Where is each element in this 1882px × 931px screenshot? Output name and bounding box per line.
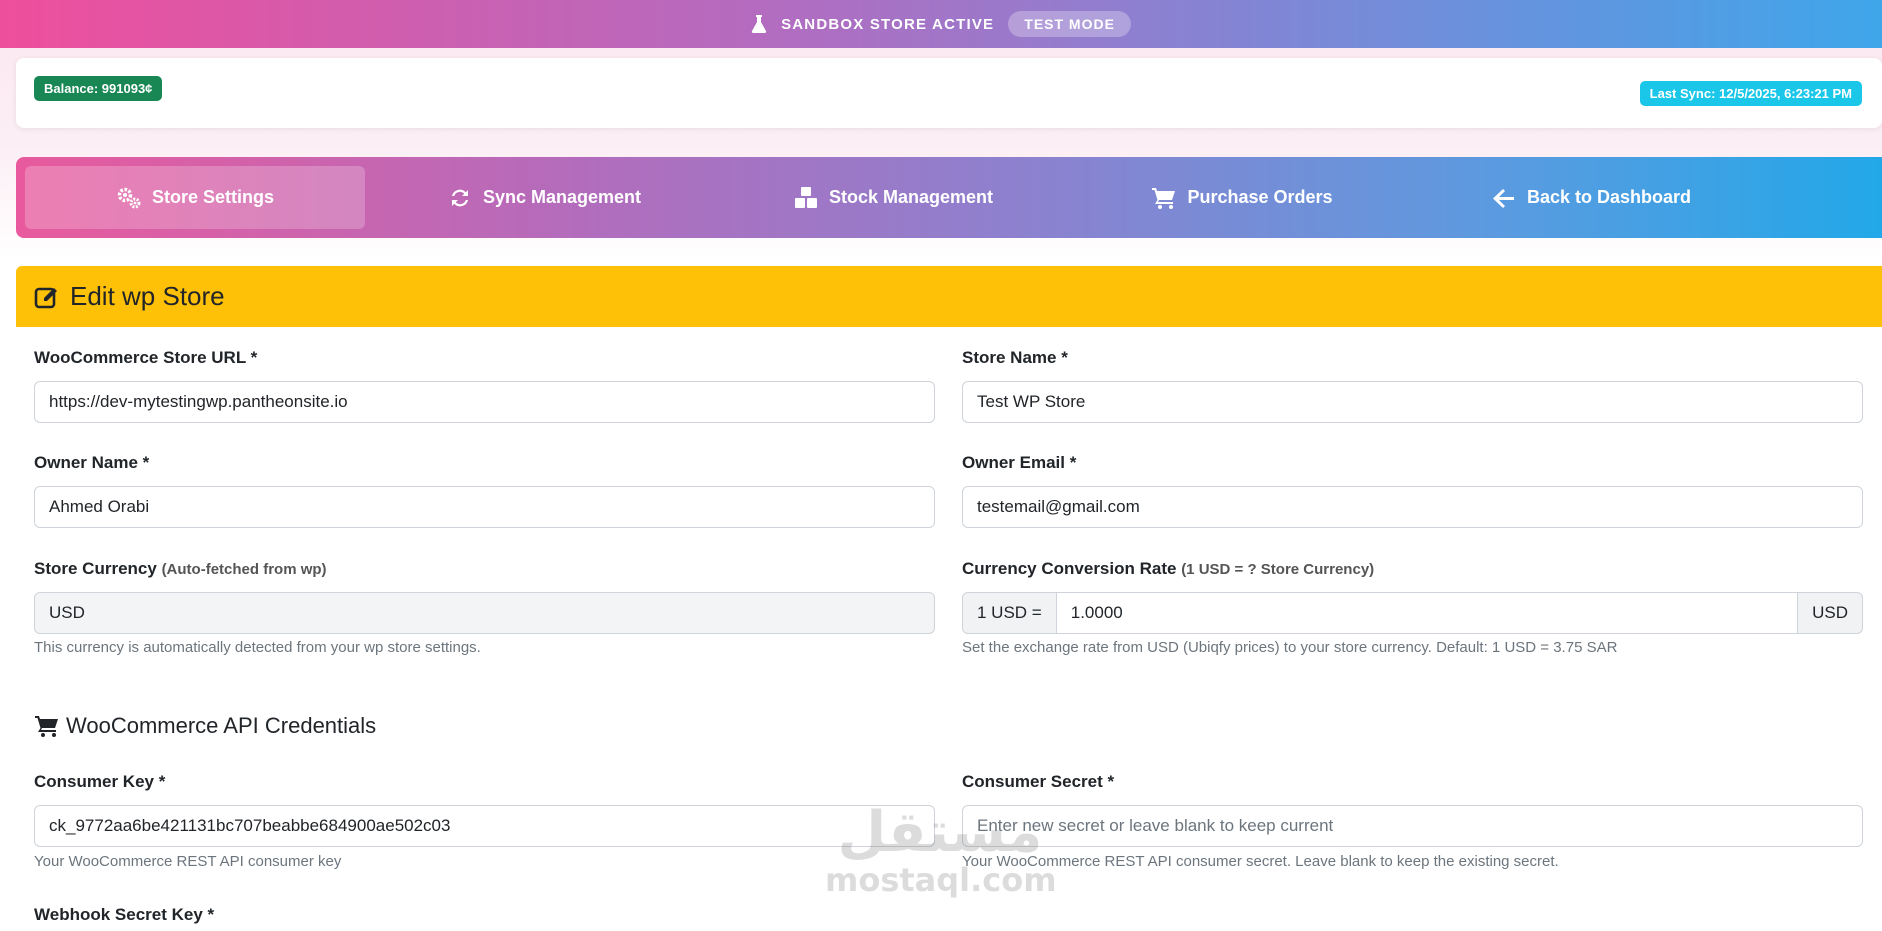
cart-icon: [1152, 187, 1176, 209]
mostaql-watermark: مستقل mostaql.com: [825, 800, 1057, 915]
store-name-label: Store Name *: [962, 348, 1068, 367]
nav-sync-management[interactable]: Sync Management: [374, 166, 714, 229]
test-mode-pill: TEST MODE: [1008, 11, 1131, 37]
store-url-input[interactable]: https://dev-mytestingwp.pantheonsite.io: [34, 381, 935, 423]
watermark-arabic: مستقل: [837, 800, 1043, 865]
sandbox-banner: SANDBOX STORE ACTIVE TEST MODE: [0, 0, 1882, 48]
owner-email-label: Owner Email *: [962, 453, 1077, 472]
cogs-icon: [117, 187, 141, 208]
api-credentials-heading: WooCommerce API Credentials: [34, 713, 376, 739]
consumer-secret-label: Consumer Secret *: [962, 772, 1115, 791]
conversion-suffix: USD: [1798, 592, 1863, 634]
page-title: Edit wp Store: [70, 281, 225, 311]
conversion-rate-hint: (1 USD = ? Store Currency): [1181, 561, 1375, 578]
info-card: Balance: 991093¢ Last Sync: 12/5/2025, 6…: [16, 58, 1882, 128]
store-currency-label: Store Currency (Auto-fetched from wp): [34, 559, 327, 579]
nav-stock-management[interactable]: Stock Management: [723, 166, 1063, 229]
last-sync-badge: Last Sync: 12/5/2025, 6:23:21 PM: [1639, 81, 1862, 106]
nav-label: Stock Management: [828, 187, 994, 207]
cubes-icon: [794, 186, 817, 208]
conversion-rate-input[interactable]: 1.0000: [1055, 592, 1799, 634]
owner-name-label: Owner Name *: [34, 453, 150, 472]
store-currency-help: This currency is automatically detected …: [34, 639, 481, 656]
nav-label: Store Settings: [151, 187, 275, 207]
nav-back-to-dashboard[interactable]: Back to Dashboard: [1421, 166, 1761, 229]
cart-icon: [35, 716, 58, 737]
arrow-left-icon: [1492, 188, 1514, 208]
store-name-input[interactable]: Test WP Store: [962, 381, 1863, 423]
webhook-secret-label: Webhook Secret Key *: [34, 905, 215, 924]
nav-label: Sync Management: [482, 187, 642, 207]
consumer-key-label: Consumer Key *: [34, 772, 166, 791]
store-currency-input: USD: [34, 592, 935, 634]
balance-badge: Balance: 991093¢: [34, 76, 163, 101]
store-url-label: WooCommerce Store URL *: [34, 348, 258, 367]
conversion-rate-group: 1 USD = 1.0000 USD: [962, 592, 1863, 634]
conversion-rate-label-text: Currency Conversion Rate: [962, 559, 1177, 578]
watermark-latin: mostaql.com: [825, 861, 1057, 899]
consumer-secret-input[interactable]: Enter new secret or leave blank to keep …: [962, 805, 1863, 847]
conversion-rate-label: Currency Conversion Rate (1 USD = ? Stor…: [962, 559, 1374, 579]
flask-icon: [751, 15, 767, 33]
edit-icon: [34, 287, 57, 308]
consumer-key-input[interactable]: ck_9772aa6be421131bc707beabbe684900ae502…: [34, 805, 935, 847]
sandbox-text: SANDBOX STORE ACTIVE: [781, 15, 995, 33]
sync-icon: [451, 189, 468, 206]
conversion-rate-help: Set the exchange rate from USD (Ubiqfy p…: [962, 639, 1618, 656]
nav-label: Back to Dashboard: [1526, 187, 1692, 207]
store-nav: Store Settings Sync Management Stock Man…: [16, 157, 1882, 238]
store-currency-label-text: Store Currency: [34, 559, 157, 578]
owner-email-input[interactable]: testemail@gmail.com: [962, 486, 1863, 528]
consumer-key-help: Your WooCommerce REST API consumer key: [34, 853, 342, 870]
api-credentials-title: WooCommerce API Credentials: [66, 713, 377, 738]
nav-label: Purchase Orders: [1187, 187, 1333, 207]
nav-store-settings[interactable]: Store Settings: [25, 166, 365, 229]
owner-name-input[interactable]: Ahmed Orabi: [34, 486, 935, 528]
nav-purchase-orders[interactable]: Purchase Orders: [1072, 166, 1412, 229]
conversion-prefix: 1 USD =: [962, 592, 1056, 634]
store-currency-hint: (Auto-fetched from wp): [161, 561, 327, 578]
edit-store-header: Edit wp Store: [16, 266, 1882, 327]
